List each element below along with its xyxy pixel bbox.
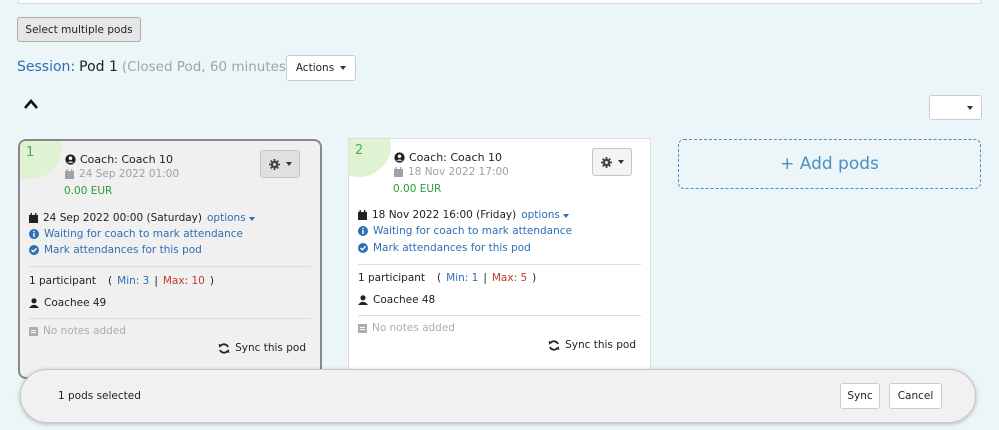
divider [29, 318, 311, 319]
calendar-icon [358, 210, 367, 220]
user-circle-icon [394, 152, 405, 163]
pod-notes: No notes added [29, 325, 126, 337]
coach-date: 24 Sep 2022 01:00 [65, 168, 179, 180]
gear-icon [268, 158, 280, 170]
session-name: Pod 1 [79, 59, 118, 75]
pod-card[interactable]: 1 Coach: Coach 10 24 Sep 2022 01:00 0.00… [18, 139, 322, 379]
pod-settings-button[interactable] [592, 148, 632, 176]
coach-name: Coach: Coach 10 [65, 153, 173, 166]
options-link[interactable]: options [207, 212, 255, 224]
gear-icon [600, 156, 612, 168]
actions-label: Actions [295, 62, 335, 74]
pod-number-badge: 2 [349, 139, 391, 177]
max-participants: Max: 5 [491, 272, 528, 284]
pod-schedule: 24 Sep 2022 00:00 (Saturday) options [29, 212, 255, 224]
selected-count: 1 pods selected [58, 390, 141, 402]
max-participants: Max: 10 [162, 275, 205, 287]
divider [29, 266, 311, 267]
pod-schedule: 18 Nov 2022 16:00 (Friday) options [358, 209, 569, 221]
caret-down-icon [562, 214, 569, 218]
pod-price: 0.00 EUR [393, 183, 442, 195]
participant-item: Coachee 48 [358, 294, 435, 306]
sync-pod-link[interactable]: Sync this pod [218, 342, 306, 354]
add-pods-button[interactable]: + Add pods [678, 139, 981, 189]
caret-down-icon [617, 160, 624, 164]
mark-attendance-link[interactable]: Mark attendances for this pod [29, 244, 202, 256]
info-icon [358, 226, 368, 236]
pod-settings-button[interactable] [260, 150, 300, 178]
session-label: Session: [17, 59, 76, 75]
participants-count: 1 participant (Min: 3 | Max: 10) [29, 275, 214, 287]
view-select[interactable] [929, 95, 982, 120]
min-participants: Min: 3 [117, 275, 150, 287]
options-link[interactable]: options [521, 209, 569, 221]
select-multiple-pods-button[interactable]: Select multiple pods [17, 17, 141, 42]
note-icon [358, 323, 367, 333]
pod-price: 0.00 EUR [64, 185, 113, 197]
check-circle-icon [29, 245, 39, 255]
pod-notes: No notes added [358, 322, 455, 334]
info-icon [29, 229, 39, 239]
mark-attendance-link[interactable]: Mark attendances for this pod [358, 242, 531, 254]
participant-item: Coachee 49 [29, 297, 106, 309]
participants-count: 1 participant (Min: 1 | Max: 5) [358, 272, 537, 284]
min-participants: Min: 1 [446, 272, 479, 284]
divider [358, 315, 641, 316]
caret-down-icon [285, 162, 292, 166]
calendar-icon [394, 167, 403, 177]
user-icon [358, 295, 368, 305]
calendar-icon [65, 169, 74, 179]
caret-down-icon [340, 66, 347, 70]
sync-pod-link[interactable]: Sync this pod [548, 339, 636, 351]
sync-icon [218, 342, 230, 354]
sync-button[interactable]: Sync [840, 383, 880, 409]
caret-down-icon [967, 105, 973, 110]
waiting-status: Waiting for coach to mark attendance [358, 225, 572, 237]
user-circle-icon [65, 154, 76, 165]
actions-dropdown-button[interactable]: Actions [286, 55, 356, 81]
divider [358, 264, 641, 265]
user-icon [29, 298, 39, 308]
top-input-area [18, 0, 981, 4]
pod-card[interactable]: 2 Coach: Coach 10 18 Nov 2022 17:00 0.00… [348, 138, 651, 373]
calendar-icon [29, 213, 38, 223]
cancel-button[interactable]: Cancel [889, 383, 942, 409]
caret-down-icon [248, 217, 255, 221]
session-heading: Session: Pod 1 (Closed Pod, 60 minutes) [17, 59, 291, 75]
pod-number-badge: 1 [20, 141, 62, 179]
coach-date: 18 Nov 2022 17:00 [394, 166, 509, 178]
selection-action-bar: 1 pods selected Sync Cancel [20, 369, 976, 423]
note-icon [29, 326, 38, 336]
session-meta: (Closed Pod, 60 minutes) [121, 59, 292, 75]
coach-name: Coach: Coach 10 [394, 151, 502, 164]
check-circle-icon [358, 243, 368, 253]
chevron-up-icon[interactable] [23, 98, 39, 110]
sync-icon [548, 339, 560, 351]
waiting-status: Waiting for coach to mark attendance [29, 228, 243, 240]
